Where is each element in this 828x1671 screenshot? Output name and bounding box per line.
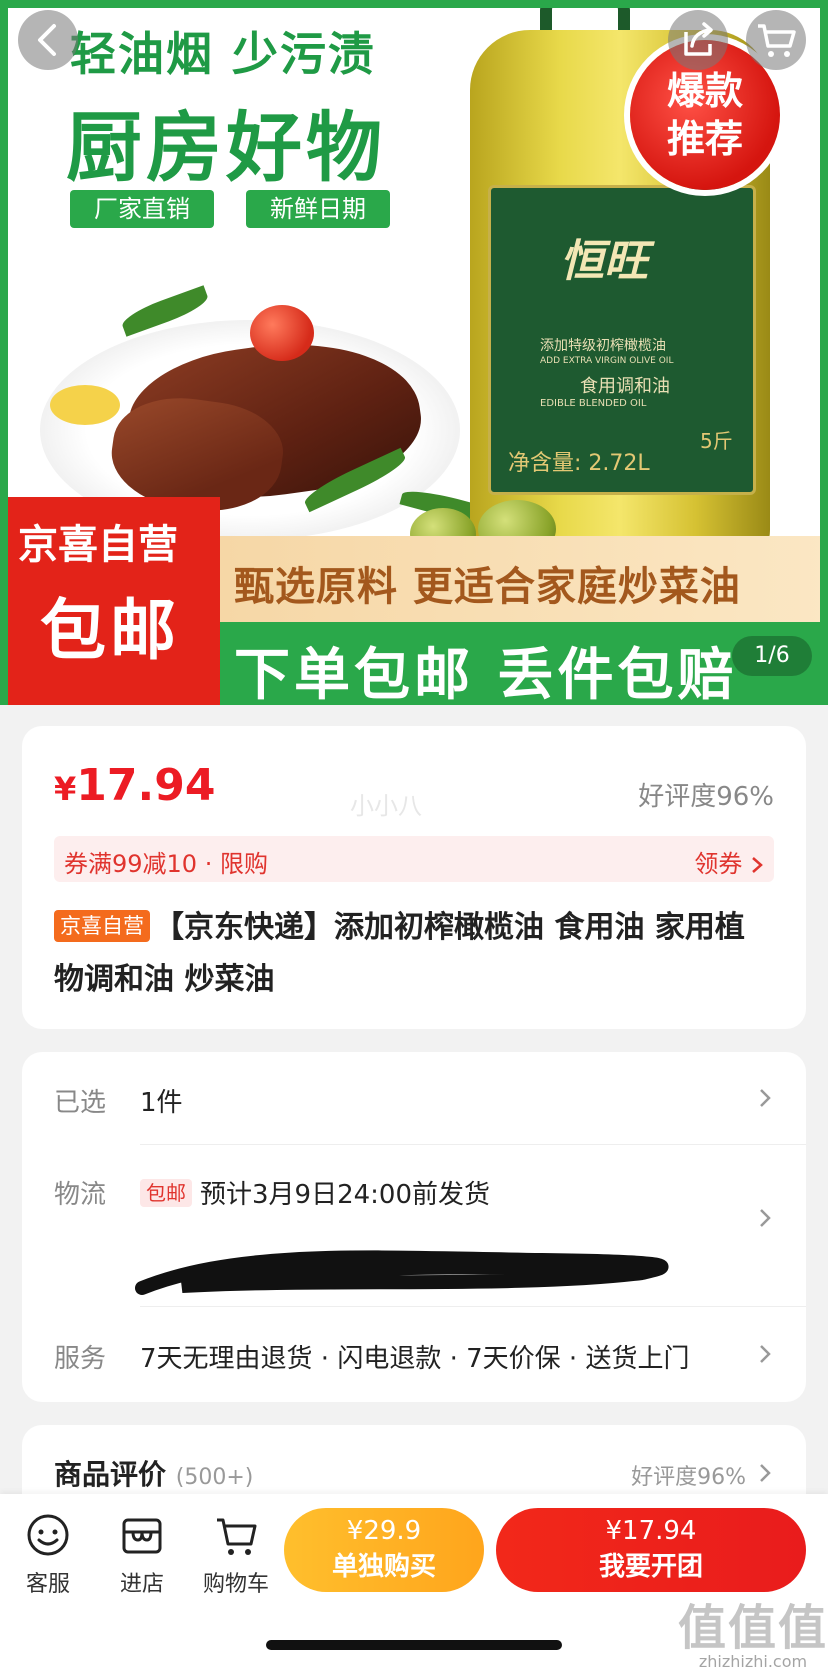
chevron-right-icon: [760, 1089, 771, 1107]
buy-single-button[interactable]: ¥29.9 单独购买: [284, 1508, 484, 1592]
reviews-count: (500+): [175, 1465, 254, 1490]
store-icon: [122, 1518, 162, 1554]
price-card: ¥17.94 好评度96% 券满99减10 · 限购 领券 京喜自营 【京东快递】…: [22, 726, 806, 1029]
self-operated-badge: 京喜自营: [54, 910, 150, 942]
banner-frame: [0, 0, 828, 705]
image-counter: 1/6: [732, 636, 812, 676]
cart-button[interactable]: [746, 10, 806, 70]
share-icon: [684, 22, 713, 56]
product-image-banner[interactable]: 轻油烟 少污渍 厨房好物 厂家直销 新鲜日期 恒旺 添加特级初榨橄榄油 ADD …: [0, 0, 828, 705]
selected-value: 1件: [140, 1088, 183, 1118]
selected-label: 已选: [54, 1088, 107, 1118]
good-rate: 好评度96%: [638, 782, 774, 812]
logistics-eta: 预计3月9日24:00前发货: [200, 1180, 491, 1210]
back-button[interactable]: [18, 10, 78, 70]
single-label: 单独购买: [331, 1552, 436, 1582]
cart-icon: [758, 24, 796, 57]
details-card: 已选 1件 物流 包邮 预计3月9日24:00前发货 服务 7天无理由退货 · 闪…: [22, 1052, 806, 1402]
coupon-bar[interactable]: 券满99减10 · 限购 领券: [54, 836, 774, 882]
shopping-cart-label: 购物车: [202, 1572, 269, 1597]
shopping-cart-button[interactable]: 购物车: [196, 1512, 276, 1598]
customer-service-label: 客服: [25, 1572, 70, 1597]
chevron-right-icon: [760, 1464, 771, 1482]
start-group-buy-button[interactable]: ¥17.94 我要开团: [496, 1508, 806, 1592]
divider: [140, 1144, 806, 1145]
coupon-text: 券满99减10 · 限购: [64, 850, 268, 878]
product-title: 京喜自营 【京东快递】添加初榨橄榄油 食用油 家用植物调和油 炒菜油: [54, 902, 774, 1006]
group-price: ¥17.94: [605, 1516, 697, 1546]
free-shipping-tag: 包邮: [140, 1179, 192, 1207]
customer-service-button[interactable]: 客服: [8, 1512, 88, 1598]
chevron-right-icon: [760, 1209, 771, 1227]
group-label: 我要开团: [598, 1552, 703, 1582]
service-label: 服务: [54, 1344, 107, 1374]
divider: [140, 1306, 806, 1307]
home-indicator[interactable]: [266, 1640, 562, 1650]
store-label: 进店: [119, 1572, 164, 1597]
reviews-title: 商品评价 (500+): [54, 1453, 253, 1493]
site-watermark: 值值值 zhizhizhi.com: [678, 1588, 828, 1671]
cart-icon: [217, 1518, 257, 1555]
single-price: ¥29.9: [346, 1516, 422, 1546]
watermark-url: zhizhizhi.com: [698, 1652, 808, 1671]
logistics-value: 包邮 预计3月9日24:00前发货: [140, 1174, 490, 1211]
get-coupon-link[interactable]: 领券: [694, 844, 764, 879]
price-symbol: ¥: [54, 770, 77, 808]
get-coupon-label: 领券: [694, 850, 743, 878]
share-button[interactable]: [668, 10, 728, 70]
reviews-good-rate: 好评度96%: [631, 1465, 746, 1490]
product-title-text: 【京东快递】添加初榨橄榄油 食用油 家用植物调和油 炒菜油: [54, 910, 745, 997]
watermark-logo: 值值值: [678, 1600, 828, 1656]
logistics-label: 物流: [54, 1180, 107, 1210]
chevron-left-icon: [38, 24, 56, 56]
price-value: 17.94: [76, 760, 216, 811]
chevron-right-icon: [752, 857, 763, 873]
price: ¥17.94: [54, 760, 215, 811]
chevron-right-icon: [760, 1345, 771, 1363]
service-value: 7天无理由退货 · 闪电退款 · 7天价保 · 送货上门: [140, 1344, 690, 1374]
redaction-scribble: [135, 1250, 669, 1295]
customer-service-icon: [27, 1514, 69, 1556]
store-button[interactable]: 进店: [102, 1512, 182, 1598]
reviews-title-text: 商品评价: [54, 1458, 167, 1491]
faint-overlay-text: 小小八: [350, 792, 422, 820]
